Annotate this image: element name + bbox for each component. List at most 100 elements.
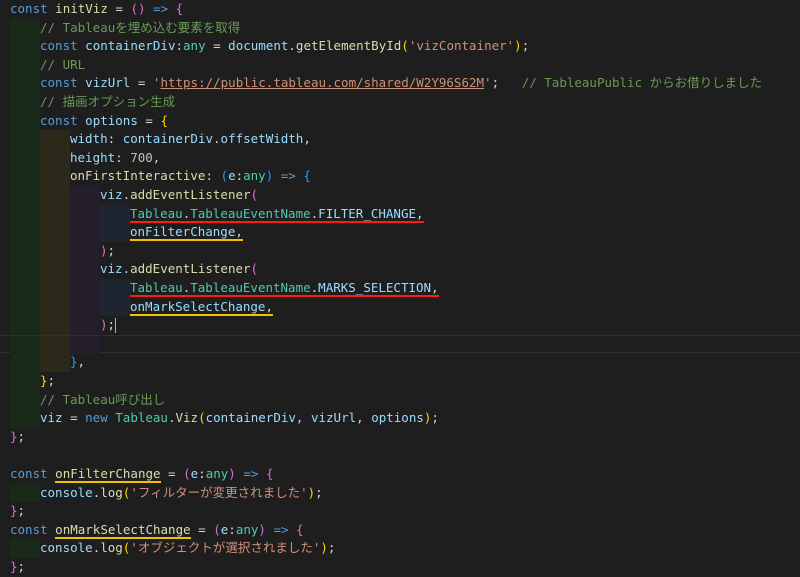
- code-line[interactable]: const onFilterChange = (e:any) => {: [0, 465, 800, 484]
- code-token: ;: [107, 242, 116, 258]
- code-line[interactable]: const vizUrl = 'https://public.tableau.c…: [0, 74, 800, 93]
- code-token: viz: [40, 410, 63, 426]
- line-code: viz.addEventListener(: [100, 260, 258, 279]
- line-code: const onFilterChange = (e:any) => {: [10, 465, 273, 484]
- code-token: :: [175, 38, 184, 54]
- line-margin: [0, 428, 10, 447]
- indent-guide: [10, 241, 40, 261]
- code-line[interactable]: Tableau.TableauEventName.FILTER_CHANGE,: [0, 204, 800, 224]
- code-line[interactable]: onFilterChange,: [0, 223, 800, 242]
- code-token: const: [40, 112, 78, 128]
- indent-guide: [10, 130, 40, 149]
- indent-guide: [10, 204, 40, 224]
- line-code: },: [70, 353, 85, 372]
- code-token: TableauEventName: [190, 280, 311, 297]
- code-line[interactable]: width: containerDiv.offsetWidth,: [0, 130, 800, 149]
- code-line[interactable]: };: [0, 372, 800, 391]
- line-margin: [0, 56, 10, 75]
- line-margin: [0, 74, 10, 93]
- code-line[interactable]: const onMarkSelectChange = (e:any) => {: [0, 521, 800, 540]
- code-token: .: [122, 261, 131, 277]
- indent-guide: [10, 316, 40, 335]
- indent-guide: [100, 279, 130, 298]
- code-line[interactable]: // URL: [0, 55, 800, 75]
- code-line[interactable]: viz = new Tableau.Viz(containerDiv, vizU…: [0, 409, 800, 428]
- code-token: const: [40, 75, 78, 91]
- code-editor[interactable]: const initViz = () => {// Tableauを埋め込む要素…: [0, 0, 800, 576]
- indent-guide: [70, 241, 100, 261]
- code-token: (: [250, 187, 259, 202]
- indent-guide: [10, 372, 40, 391]
- code-token: addEventListener: [130, 187, 251, 202]
- code-token: ;: [107, 317, 116, 333]
- code-token: // TableauPublic からお借りしました: [521, 75, 763, 91]
- code-line[interactable]: );: [0, 241, 800, 261]
- code-token: viz: [100, 187, 123, 202]
- code-line[interactable]: // Tableauを埋め込む要素を取得: [0, 18, 800, 38]
- code-line[interactable]: console.log('フィルターが変更されました');: [0, 483, 800, 503]
- line-margin: [0, 205, 10, 224]
- code-token: ): [320, 540, 328, 556]
- code-token: {: [265, 466, 274, 481]
- line-code: height: 700,: [70, 149, 160, 168]
- code-token: e: [228, 168, 236, 184]
- code-token: containerDiv: [122, 131, 214, 147]
- code-line[interactable]: [0, 446, 800, 465]
- code-token: ;: [327, 540, 336, 556]
- code-token: const: [10, 466, 48, 481]
- line-margin: [0, 279, 10, 298]
- line-margin: [0, 149, 10, 168]
- code-token: 'vizContainer': [408, 38, 515, 54]
- code-line[interactable]: [0, 334, 800, 355]
- code-token: // 描画オプション生成: [40, 94, 176, 109]
- indent-guide: [40, 130, 70, 149]
- code-token: (: [183, 466, 191, 481]
- code-line[interactable]: viz.addEventListener(: [0, 186, 800, 205]
- line-margin: [0, 298, 10, 317]
- line-margin: [0, 353, 10, 372]
- code-line[interactable]: Tableau.TableauEventName.MARKS_SELECTION…: [0, 279, 800, 298]
- code-line[interactable]: const options = {: [0, 111, 800, 131]
- code-line[interactable]: height: 700,: [0, 148, 800, 168]
- code-token: width: [70, 131, 108, 147]
- code-token: addEventListener: [130, 261, 251, 277]
- code-line[interactable]: const initViz = () => {: [0, 0, 800, 19]
- code-line[interactable]: onFirstInteractive: (e:any) => {: [0, 167, 800, 186]
- code-line[interactable]: viz.addEventListener(: [0, 260, 800, 279]
- indent-guide: [10, 37, 40, 56]
- code-token: ,: [265, 298, 273, 316]
- code-token: vizUrl: [310, 410, 357, 426]
- code-line[interactable]: const containerDiv:any = document.getEle…: [0, 37, 800, 56]
- code-line[interactable]: console.log('オブジェクトが選択されました');: [0, 539, 800, 558]
- line-code: // 描画オプション生成: [40, 93, 175, 112]
- code-token: ;: [521, 38, 530, 54]
- indent-guide: [70, 335, 100, 355]
- code-token: {: [303, 168, 311, 184]
- line-margin: [0, 521, 10, 540]
- code-token: ;: [491, 75, 522, 91]
- code-line[interactable]: };: [0, 558, 800, 577]
- line-margin: [0, 484, 10, 503]
- code-token: }: [10, 559, 18, 574]
- code-token: any: [205, 466, 229, 481]
- code-line[interactable]: onMarkSelectChange,: [0, 297, 800, 317]
- code-token: ,: [152, 149, 161, 165]
- line-margin: [0, 336, 10, 355]
- code-line[interactable]: // 描画オプション生成: [0, 93, 800, 112]
- code-token: ,: [416, 205, 424, 223]
- indent-guide: [10, 539, 40, 558]
- line-margin: [0, 223, 10, 242]
- code-token: any: [235, 521, 259, 537]
- code-line[interactable]: );: [0, 316, 800, 335]
- code-token: FILTER_CHANGE: [318, 205, 417, 223]
- line-margin: [0, 167, 10, 186]
- code-token: :: [228, 521, 236, 537]
- code-line[interactable]: };: [0, 428, 800, 447]
- indent-guide: [10, 409, 40, 428]
- code-token: =: [205, 38, 229, 54]
- code-line[interactable]: };: [0, 502, 800, 521]
- code-line[interactable]: },: [0, 353, 800, 372]
- code-line[interactable]: // Tableau呼び出し: [0, 390, 800, 410]
- code-token: ,: [431, 280, 439, 297]
